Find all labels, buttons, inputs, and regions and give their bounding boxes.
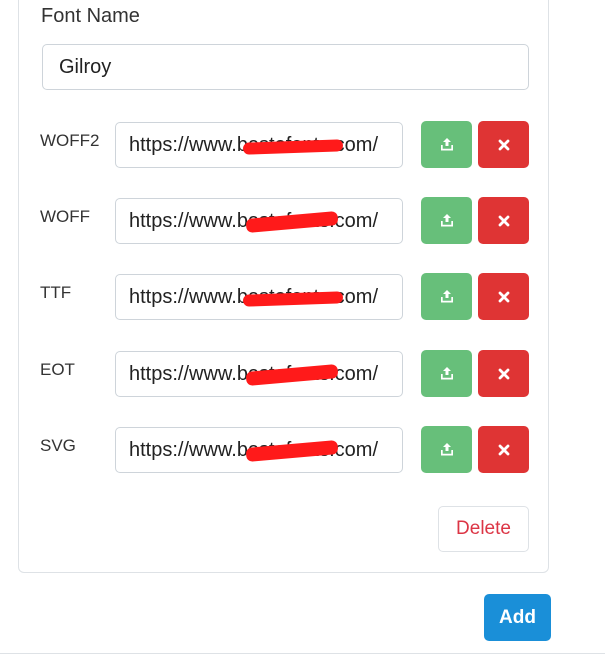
upload-icon (440, 138, 453, 151)
close-icon (498, 215, 509, 226)
remove-button[interactable] (478, 197, 529, 244)
font-file-row-ttf: TTF (0, 273, 605, 321)
font-file-row-woff: WOFF (0, 197, 605, 245)
remove-button[interactable] (478, 121, 529, 168)
add-font-button[interactable]: Add (484, 594, 551, 641)
upload-button[interactable] (421, 350, 472, 397)
font-name-input[interactable] (42, 44, 529, 90)
close-icon (498, 291, 509, 302)
url-input[interactable] (115, 274, 403, 320)
format-label: SVG (40, 436, 76, 455)
remove-button[interactable] (478, 426, 529, 473)
upload-button[interactable] (421, 121, 472, 168)
format-label: WOFF2 (40, 131, 100, 150)
format-label: EOT (40, 360, 75, 379)
upload-button[interactable] (421, 197, 472, 244)
url-input[interactable] (115, 351, 403, 397)
upload-icon (440, 290, 453, 303)
upload-icon (440, 214, 453, 227)
upload-button[interactable] (421, 426, 472, 473)
font-editor-page: Font Name WOFF2 WOFF (0, 0, 605, 656)
remove-button[interactable] (478, 350, 529, 397)
remove-button[interactable] (478, 273, 529, 320)
close-icon (498, 368, 509, 379)
divider (0, 653, 605, 654)
font-file-row-eot: EOT (0, 350, 605, 398)
format-label: WOFF (40, 207, 91, 226)
url-input[interactable] (115, 122, 403, 168)
font-file-row-woff2: WOFF2 (0, 121, 605, 169)
upload-icon (440, 443, 453, 456)
format-label: TTF (40, 283, 72, 302)
font-file-row-svg: SVG (0, 426, 605, 474)
close-icon (498, 139, 509, 150)
close-icon (498, 444, 509, 455)
url-input[interactable] (115, 427, 403, 473)
font-name-label: Font Name (41, 5, 140, 27)
upload-icon (440, 367, 453, 380)
delete-font-button[interactable]: Delete (438, 506, 529, 552)
url-input[interactable] (115, 198, 403, 244)
upload-button[interactable] (421, 273, 472, 320)
